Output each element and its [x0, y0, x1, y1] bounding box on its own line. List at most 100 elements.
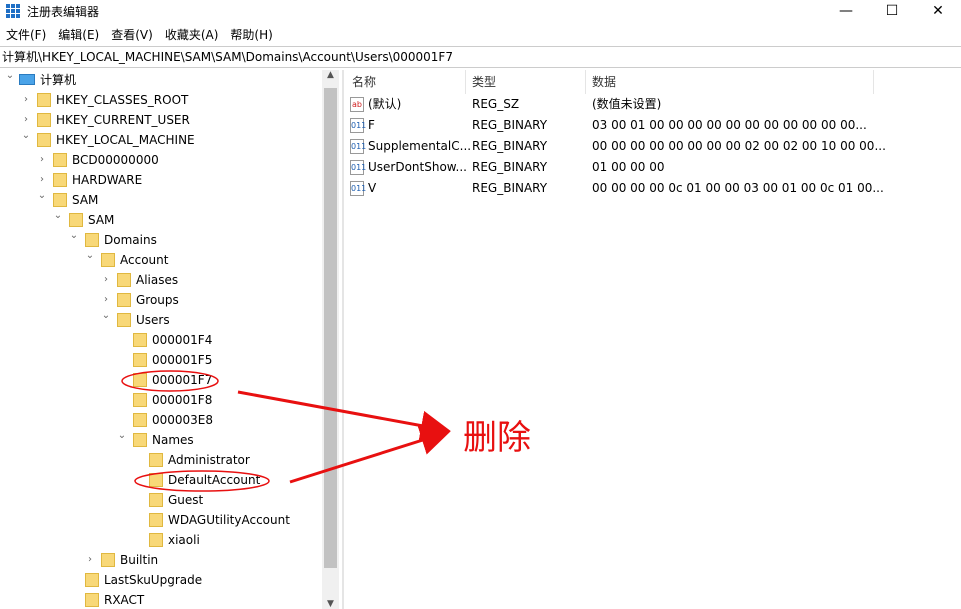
value-type: REG_BINARY: [472, 157, 547, 178]
tree-node-label: SAM: [88, 210, 114, 230]
tree-scrollbar[interactable]: ▲ ▼: [322, 70, 339, 609]
tree-node-label: Builtin: [120, 550, 158, 570]
tree-node[interactable]: 000001F8: [0, 390, 322, 410]
value-type: REG_BINARY: [472, 136, 547, 157]
chevron-right-icon[interactable]: ›: [85, 550, 95, 570]
chevron-right-icon[interactable]: ›: [101, 270, 111, 290]
close-button[interactable]: ✕: [915, 0, 961, 24]
folder-icon: [69, 213, 83, 227]
folder-icon: [149, 533, 163, 547]
folder-icon: [117, 273, 131, 287]
tree-node[interactable]: RXACT: [0, 590, 322, 609]
folder-icon: [133, 413, 147, 427]
menu-edit[interactable]: 编辑(E): [52, 26, 105, 44]
menu-help[interactable]: 帮助(H): [224, 26, 278, 44]
tree-node-label: RXACT: [104, 590, 144, 609]
tree-node[interactable]: WDAGUtilityAccount: [0, 510, 322, 530]
value-type: REG_BINARY: [472, 115, 547, 136]
folder-icon: [85, 233, 99, 247]
tree-node[interactable]: ›HKEY_CURRENT_USER: [0, 110, 322, 130]
value-name: (默认): [368, 94, 401, 115]
tree-node-label: HARDWARE: [72, 170, 142, 190]
scroll-thumb[interactable]: [324, 88, 337, 568]
tree-node-label: 000001F4: [152, 330, 212, 350]
folder-icon: [37, 113, 51, 127]
scroll-up-icon[interactable]: ▲: [322, 70, 339, 80]
maximize-button[interactable]: ☐: [869, 0, 915, 24]
chevron-down-icon[interactable]: ⌄: [5, 70, 15, 86]
tree-node[interactable]: ›HARDWARE: [0, 170, 322, 190]
tree-node[interactable]: ⌄Names: [0, 430, 322, 450]
chevron-down-icon[interactable]: ⌄: [69, 226, 79, 246]
menu-file[interactable]: 文件(F): [0, 26, 52, 44]
folder-icon: [133, 393, 147, 407]
tree-node[interactable]: ⌄SAM: [0, 210, 322, 230]
minimize-button[interactable]: —: [823, 0, 869, 24]
folder-icon: [149, 453, 163, 467]
tree-node[interactable]: Guest: [0, 490, 322, 510]
tree-node[interactable]: ⌄Domains: [0, 230, 322, 250]
tree-node[interactable]: › Builtin: [0, 550, 322, 570]
tree-node[interactable]: 000001F4: [0, 330, 322, 350]
folder-icon: [149, 513, 163, 527]
binary-value-icon: 011: [350, 139, 364, 154]
folder-icon: [133, 373, 147, 387]
tree-node-label: Names: [152, 430, 194, 450]
tree-node[interactable]: ⌄SAM: [0, 190, 322, 210]
tree-node-label: HKEY_CURRENT_USER: [56, 110, 190, 130]
tree-node[interactable]: LastSkuUpgrade: [0, 570, 322, 590]
tree-node[interactable]: ›HKEY_CLASSES_ROOT: [0, 90, 322, 110]
tree-node-label: 000001F7: [152, 370, 212, 390]
window-title: 注册表编辑器: [27, 3, 99, 20]
tree-node-label: Account: [120, 250, 168, 270]
value-data: 00 00 00 00 0c 01 00 00 03 00 01 00 0c 0…: [592, 178, 884, 199]
tree-node-label: Groups: [136, 290, 179, 310]
tree-node[interactable]: ›Groups: [0, 290, 322, 310]
chevron-right-icon[interactable]: ›: [37, 150, 47, 170]
tree-node-label: HKEY_LOCAL_MACHINE: [56, 130, 195, 150]
tree-node-label: 000003E8: [152, 410, 213, 430]
tree-node[interactable]: ›BCD00000000: [0, 150, 322, 170]
tree-node-label: 000001F8: [152, 390, 212, 410]
tree-node[interactable]: 000001F5: [0, 350, 322, 370]
tree-node[interactable]: Administrator: [0, 450, 322, 470]
folder-icon: [149, 493, 163, 507]
folder-icon: [53, 153, 67, 167]
tree-node-label: Guest: [168, 490, 203, 510]
scroll-down-icon[interactable]: ▼: [322, 599, 339, 609]
menu-favorites[interactable]: 收藏夹(A): [159, 26, 225, 44]
column-header-name[interactable]: 名称: [346, 70, 466, 94]
folder-icon: [133, 333, 147, 347]
tree-node[interactable]: DefaultAccount: [0, 470, 322, 490]
tree-node[interactable]: 000001F7: [0, 370, 322, 390]
chevron-down-icon[interactable]: ⌄: [37, 186, 47, 206]
chevron-down-icon[interactable]: ⌄: [117, 426, 127, 446]
tree-node[interactable]: ⌄HKEY_LOCAL_MACHINE: [0, 130, 322, 150]
tree-node-label: WDAGUtilityAccount: [168, 510, 290, 530]
address-bar[interactable]: 计算机\HKEY_LOCAL_MACHINE\SAM\SAM\Domains\A…: [0, 46, 961, 68]
tree-node[interactable]: ⌄Account: [0, 250, 322, 270]
chevron-down-icon[interactable]: ⌄: [53, 206, 63, 226]
folder-icon: [133, 433, 147, 447]
value-data: 01 00 00 00: [592, 157, 665, 178]
regedit-app-icon: [6, 4, 20, 18]
column-header-data[interactable]: 数据: [586, 70, 874, 94]
tree-node[interactable]: xiaoli: [0, 530, 322, 550]
pane-splitter[interactable]: [342, 70, 344, 609]
column-header-type[interactable]: 类型: [466, 70, 586, 94]
tree-node[interactable]: 000003E8: [0, 410, 322, 430]
chevron-down-icon[interactable]: ⌄: [101, 306, 111, 326]
chevron-down-icon[interactable]: ⌄: [21, 126, 31, 146]
binary-value-icon: 011: [350, 181, 364, 196]
chevron-down-icon[interactable]: ⌄: [85, 246, 95, 266]
folder-icon: [101, 553, 115, 567]
value-data: 03 00 01 00 00 00 00 00 00 00 00 00 00 0…: [592, 115, 867, 136]
tree-node-label: 计算机: [40, 70, 76, 90]
menu-view[interactable]: 查看(V): [105, 26, 159, 44]
value-name: SupplementalC...: [368, 136, 471, 157]
chevron-right-icon[interactable]: ›: [21, 90, 31, 110]
tree-node[interactable]: ⌄Users: [0, 310, 322, 330]
folder-icon: [85, 593, 99, 607]
tree-node[interactable]: ⌄ 计算机: [0, 70, 322, 90]
tree-node[interactable]: ›Aliases: [0, 270, 322, 290]
